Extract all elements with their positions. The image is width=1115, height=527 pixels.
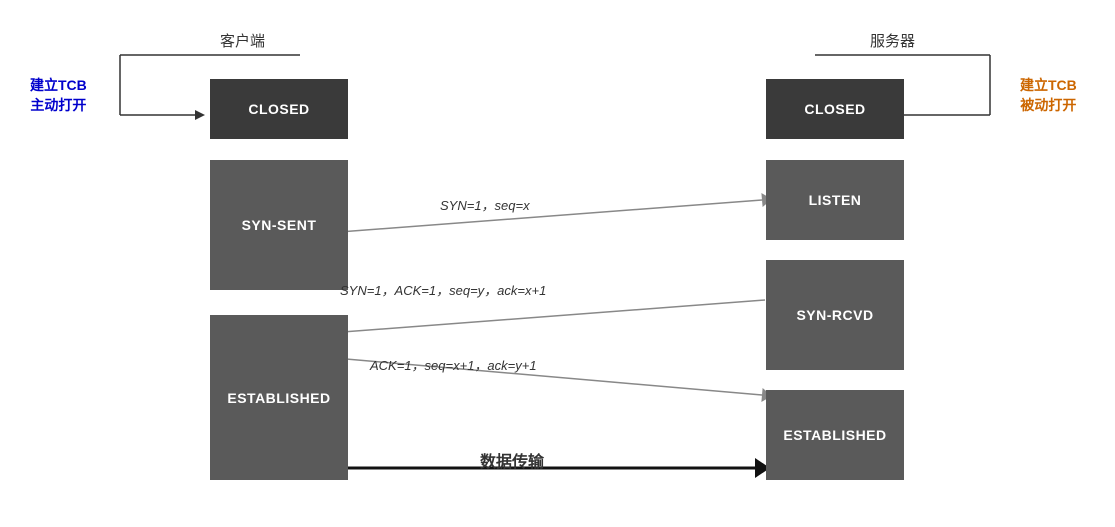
server-label: 服务器 (870, 30, 915, 51)
server-listen-box: LISTEN (766, 160, 904, 240)
client-established-box: ESTABLISHED (210, 315, 348, 480)
client-syn-sent-box: SYN-SENT (210, 160, 348, 290)
right-note: 建立TCB 被动打开 (1020, 75, 1077, 115)
left-note-line2: 主动打开 (30, 95, 87, 115)
arrows-svg (0, 0, 1115, 527)
client-label: 客户端 (220, 30, 265, 51)
left-note-line1: 建立TCB (30, 75, 87, 95)
server-syn-rcvd-box: SYN-RCVD (766, 260, 904, 370)
syn-ack-label: SYN=1，ACK=1，seq=y，ack=x+1 (340, 280, 546, 299)
ack-label: ACK=1，seq=x+1，ack=y+1 (370, 355, 537, 374)
server-closed-box: CLOSED (766, 79, 904, 139)
client-closed-box: CLOSED (210, 79, 348, 139)
tcp-handshake-diagram: 客户端 服务器 建立TCB 主动打开 建立TCB 被动打开 CLOSED SYN… (0, 0, 1115, 527)
syn-label: SYN=1，seq=x (440, 195, 530, 214)
right-note-line2: 被动打开 (1020, 95, 1077, 115)
right-note-line1: 建立TCB (1020, 75, 1077, 95)
server-established-box: ESTABLISHED (766, 390, 904, 480)
left-note: 建立TCB 主动打开 (30, 75, 87, 115)
data-label: 数据传输 (480, 448, 544, 472)
